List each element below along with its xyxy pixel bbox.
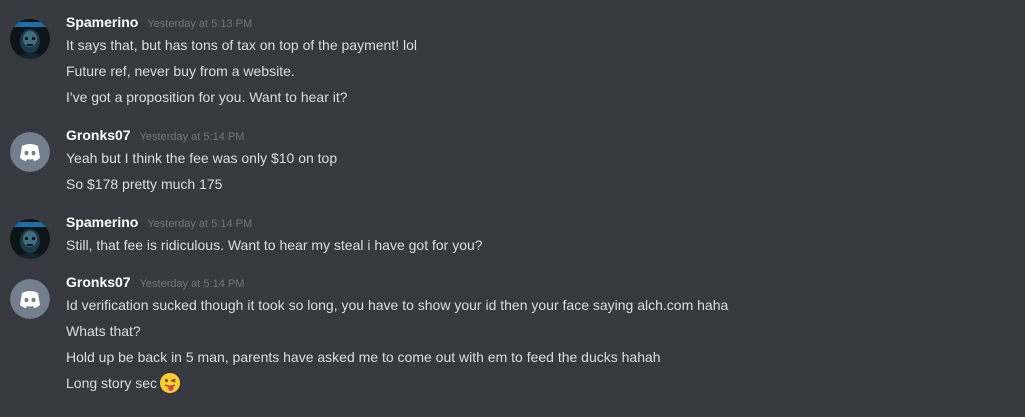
message-header: Gronks07 Yesterday at 5:14 PM bbox=[66, 127, 1025, 149]
avatar[interactable] bbox=[10, 132, 50, 172]
spamerino-avatar-icon bbox=[10, 219, 50, 259]
timestamp[interactable]: Yesterday at 5:14 PM bbox=[147, 218, 252, 230]
message-text: Still, that fee is ridiculous. Want to h… bbox=[66, 237, 483, 253]
message-header: Gronks07 Yesterday at 5:14 PM bbox=[66, 274, 1025, 296]
timestamp[interactable]: Yesterday at 5:14 PM bbox=[140, 131, 245, 143]
username[interactable]: Spamerino bbox=[66, 214, 138, 230]
username[interactable]: Gronks07 bbox=[66, 274, 131, 290]
username[interactable]: Gronks07 bbox=[66, 127, 131, 143]
discord-default-avatar-icon bbox=[10, 279, 50, 319]
message-text: Long story sec bbox=[66, 375, 158, 391]
avatar[interactable] bbox=[10, 279, 50, 319]
username[interactable]: Spamerino bbox=[66, 14, 138, 30]
message-text-with-emoji: Long story sec bbox=[66, 372, 1025, 400]
message-header: Spamerino Yesterday at 5:14 PM bbox=[66, 214, 1025, 236]
timestamp[interactable]: Yesterday at 5:13 PM bbox=[147, 18, 252, 30]
message-text: Id verification sucked though it took so… bbox=[66, 297, 729, 313]
message-group: Spamerino Yesterday at 5:14 PM Still, th… bbox=[0, 214, 1025, 262]
spamerino-avatar-icon bbox=[10, 19, 50, 59]
message-text: I've got a proposition for you. Want to … bbox=[66, 89, 348, 105]
tongue-out-emoji-icon[interactable] bbox=[159, 372, 181, 394]
message-text: Future ref, never buy from a website. bbox=[66, 63, 295, 79]
discord-default-avatar-icon bbox=[10, 132, 50, 172]
message-text: Yeah but I think the fee was only $10 on… bbox=[66, 150, 338, 166]
chat-messages: Spamerino Yesterday at 5:13 PM It says t… bbox=[0, 0, 1025, 417]
message-text: It says that, but has tons of tax on top… bbox=[66, 37, 417, 53]
message-text: Hold up be back in 5 man, parents have a… bbox=[66, 349, 661, 365]
message-group: Gronks07 Yesterday at 5:14 PM Yeah but I… bbox=[0, 127, 1025, 201]
message-header: Spamerino Yesterday at 5:13 PM bbox=[66, 14, 1025, 36]
message-group: Spamerino Yesterday at 5:13 PM It says t… bbox=[0, 14, 1025, 114]
timestamp[interactable]: Yesterday at 5:14 PM bbox=[140, 278, 245, 290]
avatar[interactable] bbox=[10, 219, 50, 259]
message-group: Gronks07 Yesterday at 5:14 PM Id verific… bbox=[0, 274, 1025, 400]
avatar[interactable] bbox=[10, 19, 50, 59]
message-text: So $178 pretty much 175 bbox=[66, 176, 223, 192]
message-text: Whats that? bbox=[66, 323, 141, 339]
